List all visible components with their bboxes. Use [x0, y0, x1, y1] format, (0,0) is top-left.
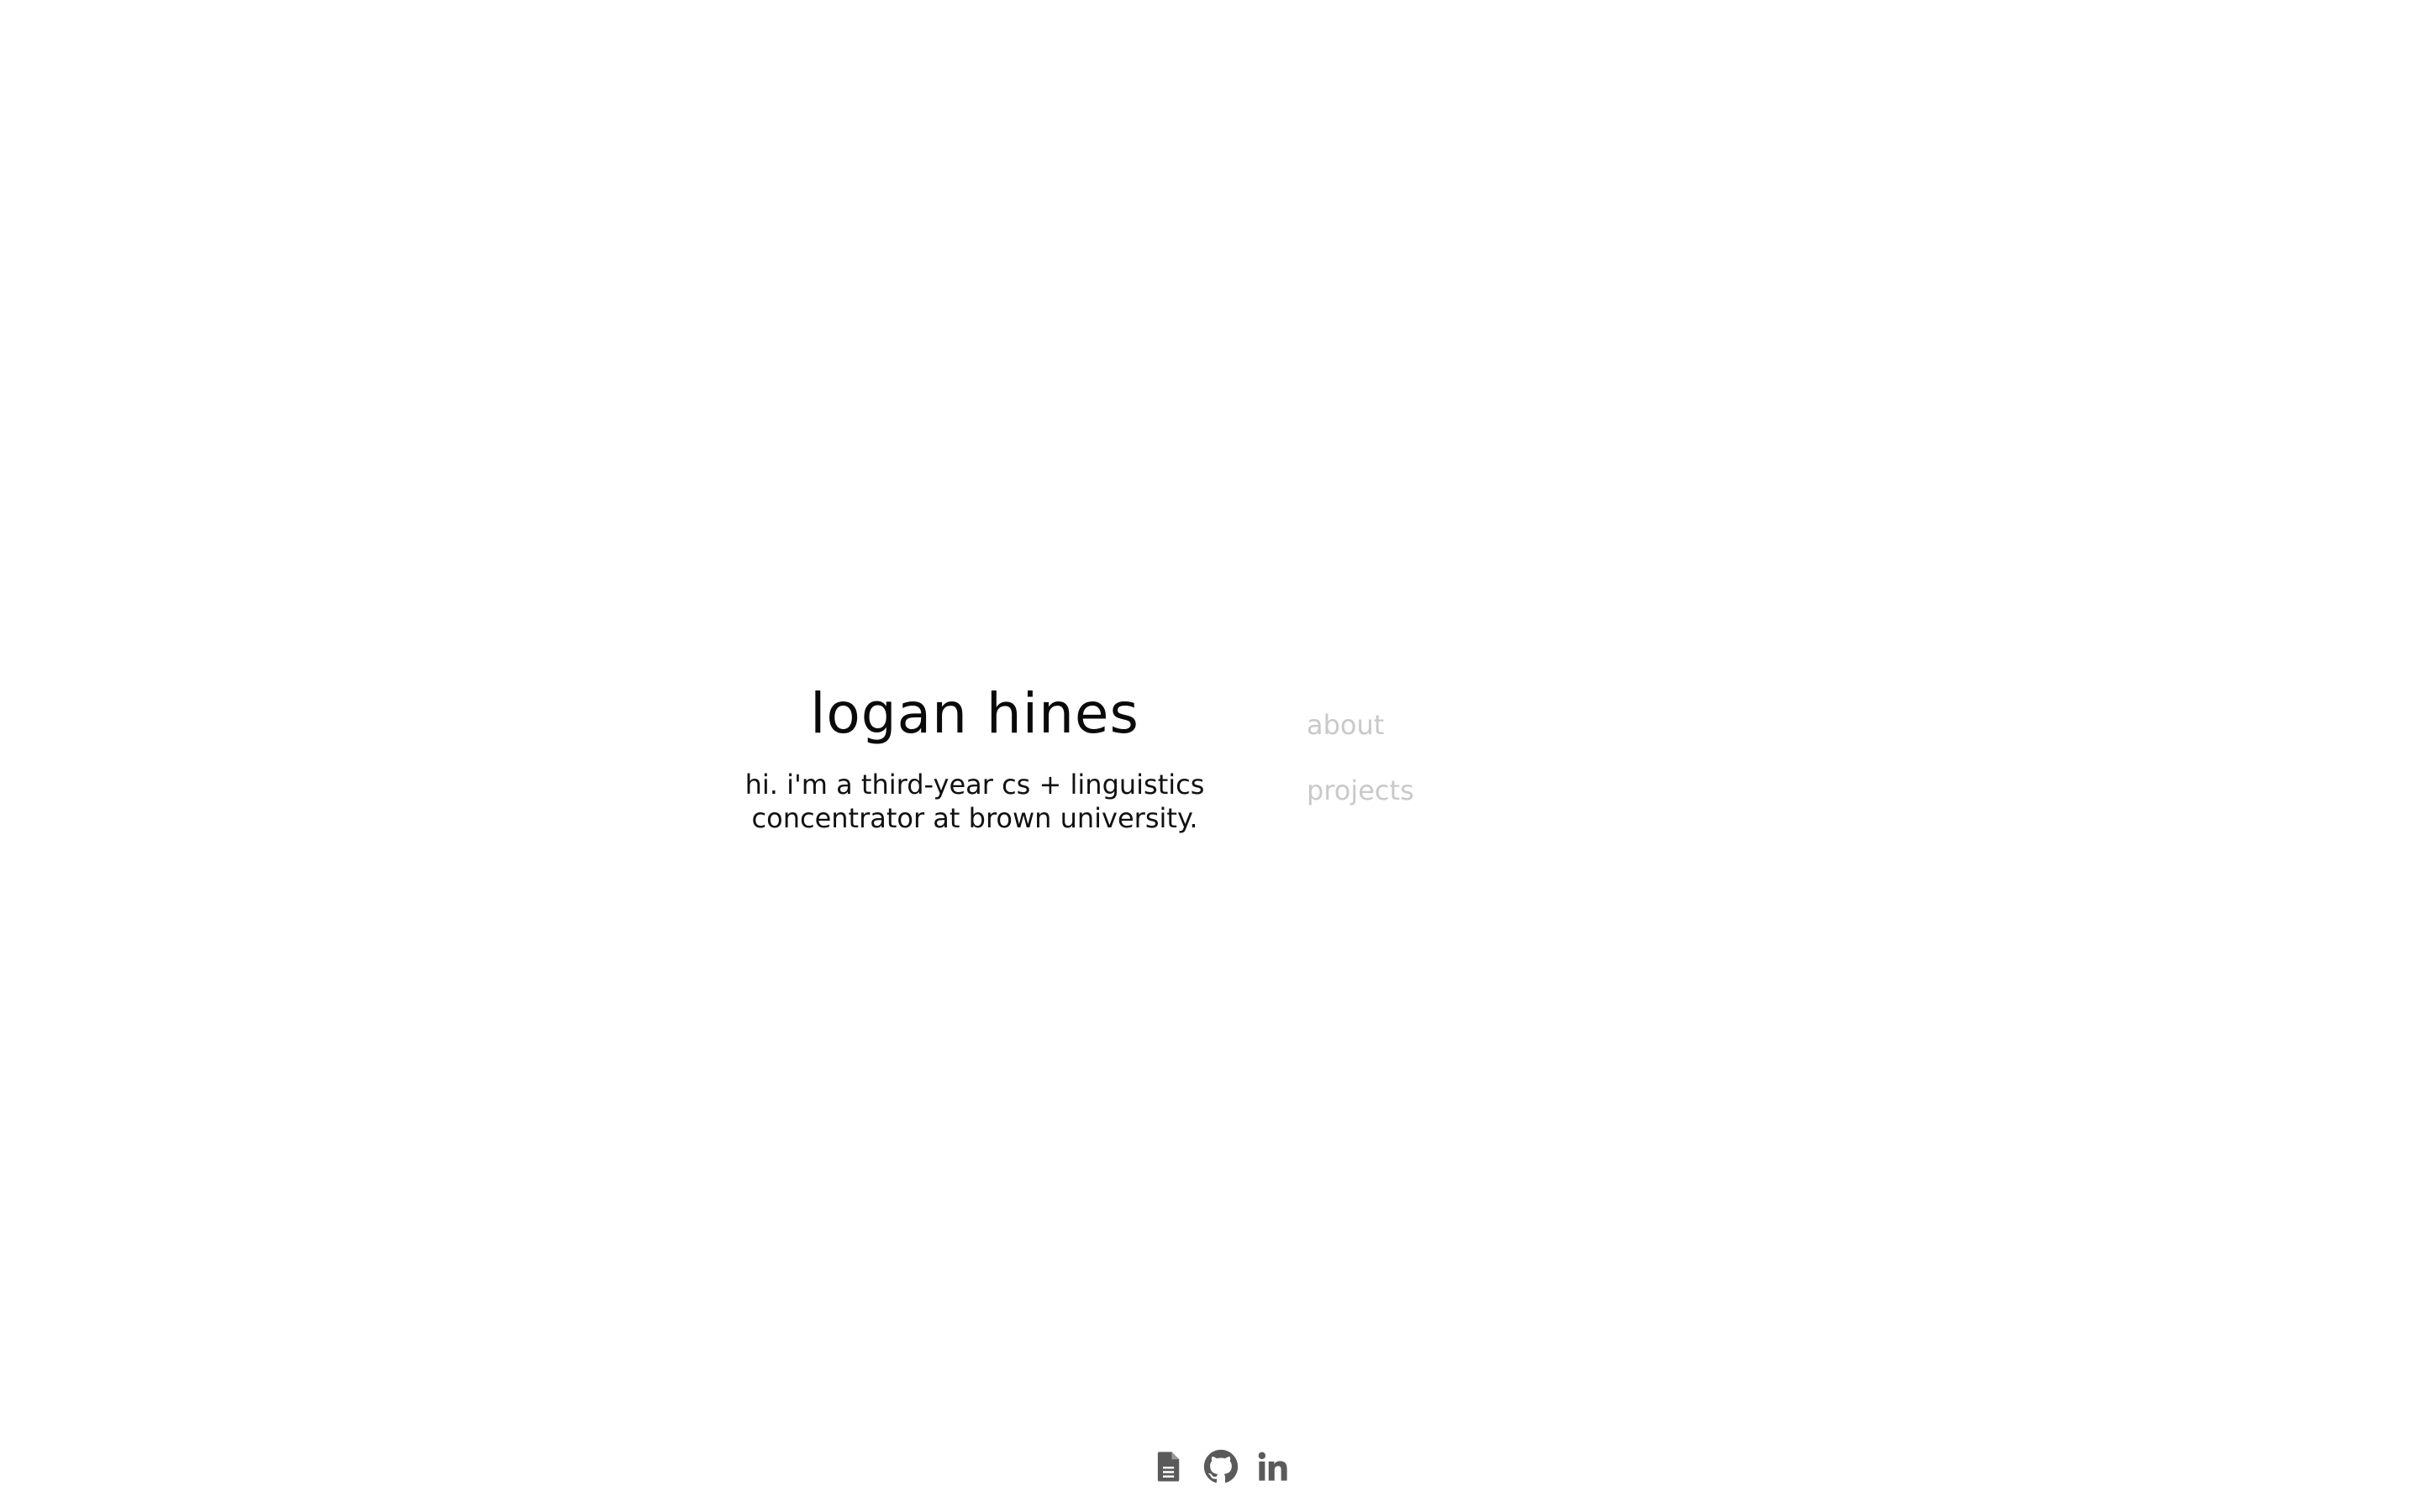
hero: logan hines hi. i'm a third-year cs + li…	[723, 672, 1227, 835]
nav-link-projects[interactable]: projects	[1307, 773, 1414, 808]
main-nav: about projects	[1307, 707, 1414, 808]
linkedin-link[interactable]	[1255, 1449, 1291, 1484]
nav-link-about[interactable]: about	[1307, 707, 1414, 743]
page-title: logan hines	[810, 681, 1139, 746]
document-icon	[1157, 1452, 1180, 1482]
intro-text: hi. i'm a third-year cs + linguistics co…	[723, 768, 1227, 835]
github-icon	[1203, 1449, 1239, 1483]
resume-link[interactable]	[1151, 1449, 1186, 1484]
linkedin-icon	[1258, 1452, 1287, 1481]
social-links	[1151, 1449, 1291, 1484]
github-link[interactable]	[1203, 1449, 1239, 1484]
intro-line: concentrator at brown university.	[751, 802, 1198, 834]
intro-line: hi. i'm a third-year cs + linguistics	[744, 769, 1205, 801]
